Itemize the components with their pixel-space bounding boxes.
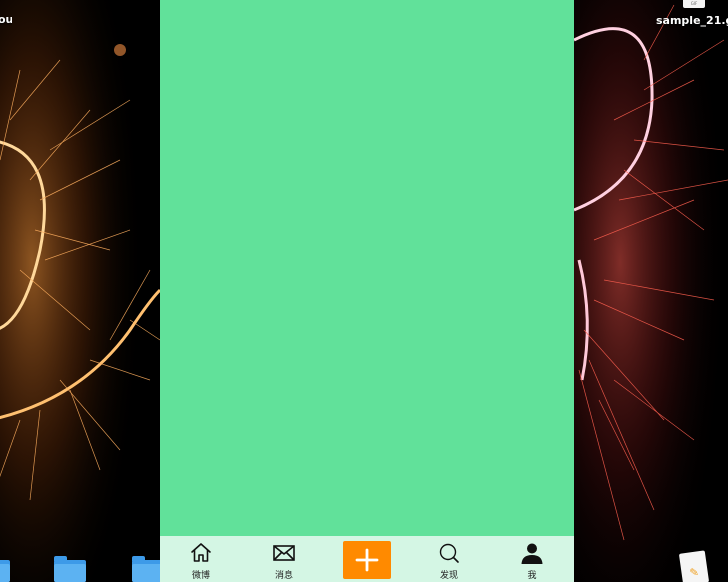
folder-icon[interactable]	[0, 560, 10, 582]
plus-icon	[355, 548, 379, 572]
wallpaper-left	[0, 0, 160, 582]
tab-weibo[interactable]: 微博	[171, 536, 231, 582]
content-area	[160, 0, 574, 536]
tab-bar: 微博 消息 发现 我	[160, 536, 574, 582]
tab-label: 发现	[439, 571, 458, 581]
tab-discover[interactable]: 发现	[419, 536, 479, 582]
person-icon	[521, 543, 543, 564]
app-window: 微博 消息 发现 我	[160, 0, 574, 582]
desktop-icon-label[interactable]: ou	[0, 13, 12, 26]
compose-button[interactable]	[343, 541, 391, 579]
desktop-file-label[interactable]: sample_21.gif	[656, 14, 728, 27]
tab-messages[interactable]: 消息	[254, 536, 314, 582]
envelope-icon	[273, 545, 295, 561]
document-icon[interactable]: ✎	[678, 550, 710, 582]
folder-icon[interactable]	[54, 556, 86, 582]
desktop: ou GIF sample_21.gif ✎ 微博	[0, 0, 728, 582]
gif-file-icon[interactable]: GIF	[683, 0, 705, 8]
search-icon	[439, 543, 459, 563]
file-type-badge: GIF	[690, 1, 698, 6]
tab-label: 微博	[191, 571, 210, 581]
tab-label: 我	[527, 571, 537, 581]
wallpaper-right	[574, 0, 728, 582]
home-icon	[191, 543, 211, 562]
tab-me[interactable]: 我	[502, 536, 562, 582]
tab-label: 消息	[274, 571, 293, 581]
